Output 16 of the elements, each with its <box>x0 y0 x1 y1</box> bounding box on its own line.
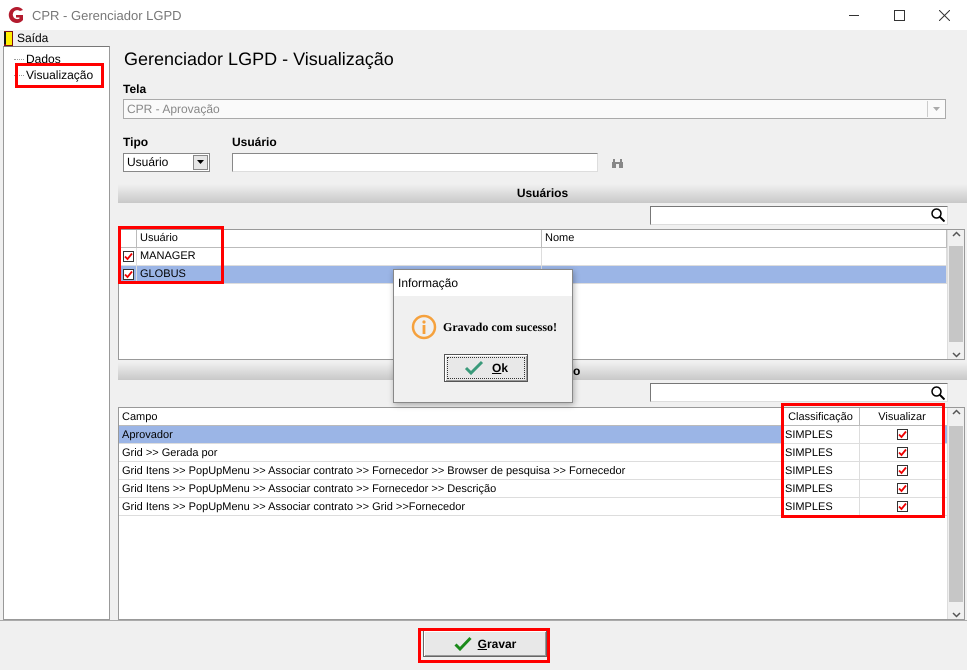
table-cell: Grid >> Gerada por <box>119 444 782 462</box>
table-cell: MANAGER <box>137 248 542 265</box>
dialog-message: Gravado com sucesso! <box>443 320 557 334</box>
table-cell: SIMPLES <box>782 426 860 444</box>
field-label: Usuário <box>232 134 278 149</box>
table-cell: Grid Itens >> PopUpMenu >> Associar contrato >> Fornecedor >> Descrição <box>119 480 782 498</box>
field-label: Tela <box>123 82 148 96</box>
page-heading: Gerenciador LGPD - Visualização <box>124 48 395 70</box>
section-header: o <box>573 364 580 378</box>
table-cell: Grid Itens >> PopUpMenu >> Associar contrato >> Grid >>Fornecedor <box>119 498 782 516</box>
dialog-title: Informação <box>394 270 572 296</box>
section-header: Usuários <box>118 184 967 203</box>
field-label: Tipo <box>123 134 150 149</box>
table-cell: Aprovador <box>119 426 782 444</box>
window-title: CPR - Gerenciador LGPD <box>32 8 183 22</box>
table-cell: Grid Itens >> PopUpMenu >> Associar contrato >> Fornecedor >> Browser de pesquisa >> Fornecedor <box>119 462 782 480</box>
